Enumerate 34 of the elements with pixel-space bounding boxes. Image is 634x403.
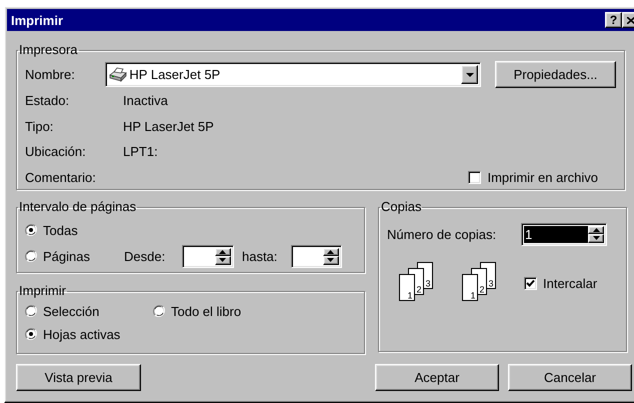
group-label: Intervalo de páginas: [18, 200, 138, 214]
group-label: Impresora: [18, 43, 79, 57]
dropdown-value: HP LaserJet 5P: [129, 67, 222, 82]
info-value: Inactiva: [123, 93, 169, 108]
info-value: LPT1:: [123, 144, 159, 160]
radio-label[interactable]: Todas: [43, 222, 78, 238]
dialog-button[interactable]: Cancelar: [508, 364, 632, 391]
spin-box[interactable]: 1: [521, 222, 607, 246]
copies-value: 1: [524, 226, 588, 242]
page-stack-drawing: 3 2 1: [462, 262, 500, 304]
printer-dropdown[interactable]: HP LaserJet 5P: [105, 62, 481, 87]
dialog-button[interactable]: Vista previa: [16, 364, 141, 391]
checkbox-label[interactable]: Intercalar: [543, 276, 598, 290]
radio-label[interactable]: Páginas: [43, 248, 90, 264]
field-label: hasta:: [240, 248, 278, 264]
info-label: Ubicación:: [25, 144, 87, 160]
properties-button[interactable]: Propiedades...: [495, 61, 616, 88]
radio-label[interactable]: Hojas activas: [43, 326, 120, 342]
group-label: Copias: [380, 200, 422, 214]
info-value: HP LaserJet 5P: [123, 118, 215, 134]
info-label: Tipo:: [25, 118, 54, 134]
info-label: Comentario:: [25, 170, 97, 185]
group-label: Imprimir: [18, 284, 67, 298]
checkbox-label[interactable]: Imprimir en archivo: [487, 170, 598, 185]
dialog-button[interactable]: Aceptar: [375, 364, 499, 391]
help-button[interactable]: ?: [605, 12, 622, 28]
radio-label[interactable]: Selección: [43, 304, 100, 318]
field-label: Nombre:: [25, 67, 76, 82]
radio-label[interactable]: Todo el libro: [171, 304, 242, 318]
field-label: Número de copias:: [387, 226, 498, 242]
info-label: Estado:: [25, 93, 70, 108]
page-stack-drawing: 3 2 1: [399, 262, 437, 304]
window-title: Imprimir: [11, 12, 64, 28]
field-label: Desde:: [124, 248, 166, 264]
